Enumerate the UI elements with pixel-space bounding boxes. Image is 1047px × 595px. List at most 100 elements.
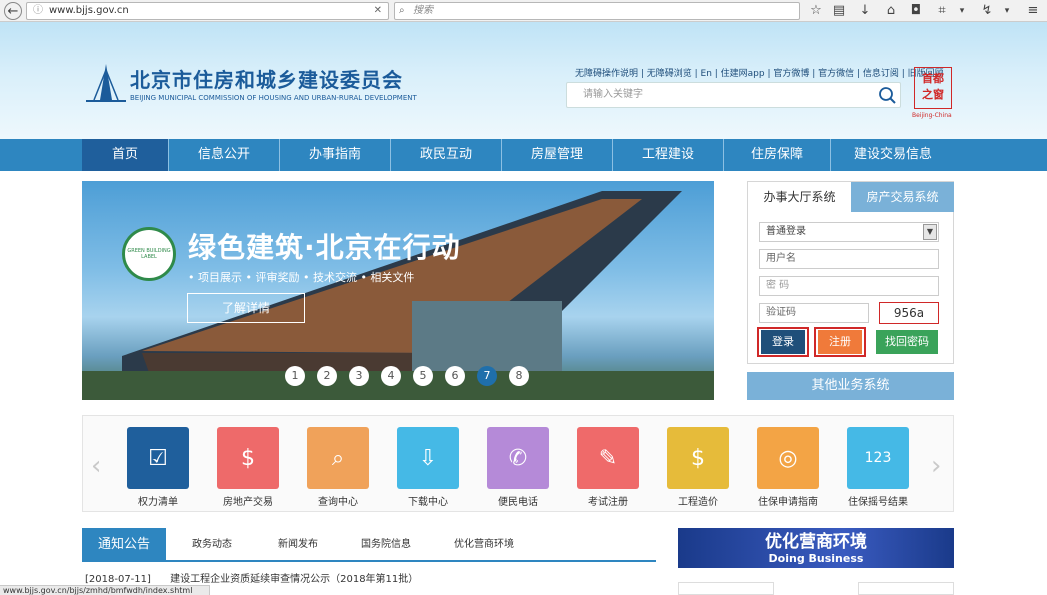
chevron-left-icon[interactable]: ‹ <box>91 451 101 481</box>
house-money-icon: $ <box>217 427 279 489</box>
login-panel: 办事大厅系统 房产交易系统 普通登录 ▼ 用户名 密 码 验证码 956a 登录… <box>747 181 954 364</box>
carousel-dot[interactable]: 3 <box>349 366 369 386</box>
status-bar: www.bjjs.gov.cn/bjjs/zmhd/bmfwdh/index.s… <box>0 585 210 595</box>
search-placeholder: 搜索 <box>413 5 433 16</box>
nav-item-guide[interactable]: 办事指南 <box>280 139 390 171</box>
home-icon[interactable]: ⌂ <box>882 2 900 20</box>
close-icon[interactable]: ✕ <box>374 3 382 19</box>
nav-item-home[interactable]: 首页 <box>82 139 168 171</box>
back-button[interactable]: ← <box>4 2 22 20</box>
site-title[interactable]: 北京市住房和城乡建设委员会 <box>130 64 403 93</box>
site-title-en: BEIJING MUNICIPAL COMMISSION OF HOUSING … <box>130 94 417 102</box>
edit-form-icon: ✎ <box>577 427 639 489</box>
forgot-password-button[interactable]: 找回密码 <box>876 330 938 354</box>
quick-item-housing-guide[interactable]: ◎ 住保申请指南 <box>757 427 819 508</box>
nav-item-construction[interactable]: 工程建设 <box>613 139 723 171</box>
hero-banner[interactable]: GREEN BUILDING LABEL 绿色建筑·北京在行动 • 项目展示 •… <box>82 181 714 400</box>
commission-logo-icon <box>86 64 126 102</box>
pocket-icon[interactable]: ◘ <box>907 2 925 20</box>
captcha-image[interactable]: 956a <box>879 302 939 324</box>
quick-label: 住保摇号结果 <box>848 497 908 508</box>
carousel-dot[interactable]: 2 <box>317 366 337 386</box>
carousel-dot-active[interactable]: 7 <box>477 366 497 386</box>
captcha-field[interactable]: 验证码 <box>759 303 869 323</box>
username-field[interactable]: 用户名 <box>759 249 939 269</box>
menu-icon[interactable]: ≡ <box>1024 2 1042 20</box>
register-button[interactable]: 注册 <box>818 330 862 354</box>
dropdown-icon[interactable]: ▾ <box>998 2 1016 20</box>
browser-toolbar: ← ⓘ www.bjjs.gov.cn ✕ ⌕ 搜索 ☆ ▤ ↓ ⌂ ◘ ⌗ ▾… <box>0 0 1047 22</box>
carousel-dot[interactable]: 8 <box>509 366 529 386</box>
login-button[interactable]: 登录 <box>761 330 805 354</box>
search-icon[interactable] <box>878 86 896 104</box>
building-illustration <box>82 191 714 400</box>
news-tabs: 通知公告 政务动态 新闻发布 国务院信息 优化营商环境 <box>82 528 656 562</box>
learn-more-button[interactable]: 了解详情 <box>187 293 305 323</box>
password-field[interactable]: 密 码 <box>759 276 939 296</box>
quick-item-engineering-cost[interactable]: $ 工程造价 <box>667 427 729 508</box>
url-text: www.bjjs.gov.cn <box>49 5 129 16</box>
chevron-right-icon[interactable]: › <box>931 451 941 481</box>
chevron-down-icon[interactable]: ▼ <box>923 224 937 240</box>
green-building-logo-icon: GREEN BUILDING LABEL <box>122 227 176 281</box>
nav-item-info-public[interactable]: 信息公开 <box>169 139 279 171</box>
nav-item-trading-info[interactable]: 建设交易信息 <box>831 139 955 171</box>
seal-text: 首都之窗 <box>922 72 944 101</box>
carousel-dot[interactable]: 6 <box>445 366 465 386</box>
quick-item-real-estate[interactable]: $ 房地产交易 <box>217 427 279 508</box>
banner-title-en: Doing Business <box>768 552 864 565</box>
banner-title: 绿色建筑·北京在行动 <box>188 231 461 264</box>
quick-item-power-list[interactable]: ☑ 权力清单 <box>127 427 189 508</box>
dropdown-icon[interactable]: ▾ <box>953 2 971 20</box>
nav-item-housing-mgmt[interactable]: 房屋管理 <box>502 139 612 171</box>
bookmark-star-icon[interactable]: ☆ <box>807 2 825 20</box>
nav-item-housing-security[interactable]: 住房保障 <box>724 139 830 171</box>
seal-subtitle: Beijing-China <box>912 112 952 119</box>
quick-label: 考试注册 <box>588 497 628 508</box>
tab-service-hall[interactable]: 办事大厅系统 <box>748 182 851 212</box>
site-search-input[interactable]: 请输入关键字 <box>566 82 901 108</box>
quick-label: 查询中心 <box>318 497 358 508</box>
money-bag-icon: $ <box>667 427 729 489</box>
tab-state-council-info[interactable]: 国务院信息 <box>361 528 411 562</box>
tab-notices[interactable]: 通知公告 <box>82 528 166 562</box>
quick-item-hotline[interactable]: ✆ 便民电话 <box>487 427 549 508</box>
nav-item-interaction[interactable]: 政民互动 <box>391 139 501 171</box>
quick-label: 权力清单 <box>138 497 178 508</box>
main-nav: 首页 信息公开 办事指南 政民互动 房屋管理 工程建设 住房保障 建设交易信息 <box>0 139 1047 171</box>
browser-search-input[interactable]: ⌕ 搜索 <box>394 2 800 20</box>
select-value: 普通登录 <box>766 226 806 237</box>
tab-government-news[interactable]: 政务动态 <box>192 528 232 562</box>
tab-business-environment[interactable]: 优化营商环境 <box>454 528 514 562</box>
capital-window-seal[interactable]: 首都之窗 <box>914 67 952 109</box>
site-search-placeholder: 请输入关键字 <box>583 89 643 100</box>
checklist-icon: ☑ <box>127 427 189 489</box>
reading-list-icon[interactable]: ▤ <box>830 2 848 20</box>
crop-icon[interactable]: ⌗ <box>933 2 951 20</box>
news-title[interactable]: 建设工程企业资质延续审查情况公示（2018年第11批） <box>170 574 418 585</box>
tab-property-trading[interactable]: 房产交易系统 <box>851 182 954 212</box>
banner-subtitle: • 项目展示 • 评审奖励 • 技术交流 • 相关文件 <box>188 271 415 284</box>
other-systems-button[interactable]: 其他业务系统 <box>747 372 954 400</box>
download-icon[interactable]: ↓ <box>856 2 874 20</box>
top-links[interactable]: 无障碍操作说明 | 无障碍浏览 | En | 住建网app | 官方微博 | 官… <box>575 66 944 79</box>
banner-title-cn: 优化营商环境 <box>765 532 867 552</box>
quick-access-bar: ‹ ☑ 权力清单 $ 房地产交易 ⌕ 查询中心 ⇩ 下载中心 ✆ 便民电话 ✎ … <box>82 415 954 512</box>
card <box>858 582 954 595</box>
phone-icon: ✆ <box>487 427 549 489</box>
business-environment-banner[interactable]: 优化营商环境 Doing Business <box>678 528 954 568</box>
tab-press-release[interactable]: 新闻发布 <box>278 528 318 562</box>
quick-label: 住保申请指南 <box>758 497 818 508</box>
login-type-select[interactable]: 普通登录 ▼ <box>759 222 939 242</box>
quick-item-lottery-result[interactable]: 123 住保摇号结果 <box>847 427 909 508</box>
compass-icon: ◎ <box>757 427 819 489</box>
carousel-dot[interactable]: 4 <box>381 366 401 386</box>
quick-item-exam-registration[interactable]: ✎ 考试注册 <box>577 427 639 508</box>
carousel-dot[interactable]: 5 <box>413 366 433 386</box>
extension-icon[interactable]: ↯ <box>978 2 996 20</box>
address-bar[interactable]: ⓘ www.bjjs.gov.cn ✕ <box>26 2 389 20</box>
carousel-dot[interactable]: 1 <box>285 366 305 386</box>
list-item[interactable]: [2018-07-11] 建设工程企业资质延续审查情况公示（2018年第11批） <box>85 570 418 585</box>
quick-item-download-center[interactable]: ⇩ 下载中心 <box>397 427 459 508</box>
quick-item-query-center[interactable]: ⌕ 查询中心 <box>307 427 369 508</box>
